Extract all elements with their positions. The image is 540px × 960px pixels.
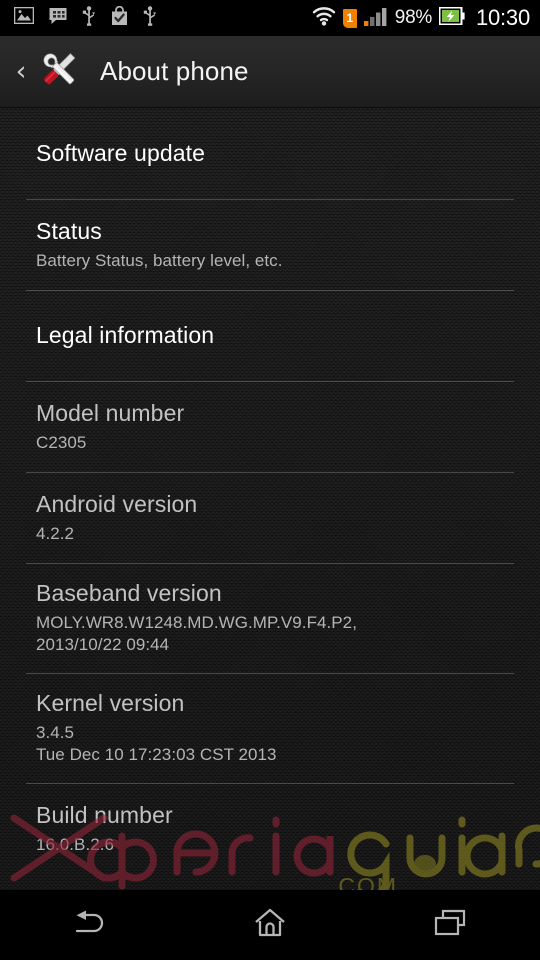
list-item-title: Legal information	[36, 322, 215, 349]
list-item-title: Status	[36, 217, 102, 244]
list-item-title: Android version	[36, 490, 198, 517]
list-item-subtitle: 4.2.2	[36, 523, 504, 545]
screenshot-image-icon	[13, 6, 35, 29]
list-item-software-update[interactable]: Software update	[0, 108, 540, 199]
settings-tools-icon	[36, 48, 82, 95]
wifi-icon	[312, 6, 336, 31]
list-item-subtitle: 3.4.5 Tue Dec 10 17:23:03 CST 2013	[36, 722, 504, 767]
usb-debugging-icon	[143, 5, 157, 31]
list-item-subtitle-line: Battery Status, battery level, etc.	[36, 250, 283, 270]
list-item-subtitle-line: MOLY.WR8.W1248.MD.WG.MP.V9.F4.P2,	[36, 612, 357, 632]
page-title: About phone	[100, 56, 249, 86]
home-icon	[254, 908, 286, 943]
list-item-subtitle-line: 3.4.5	[36, 722, 75, 742]
list-item-subtitle-line: 16.0.B.2.6	[36, 834, 115, 854]
watermark-dotcom: .COM	[330, 873, 398, 890]
list-item-subtitle: 16.0.B.2.6	[36, 834, 504, 856]
sim-indicator-icon: 1	[342, 8, 357, 28]
list-item-title: Build number	[36, 801, 173, 828]
list-item-title: Kernel version	[36, 690, 185, 717]
recent-apps-icon	[433, 909, 467, 942]
navigation-bar	[0, 890, 540, 960]
back-button[interactable]	[0, 890, 180, 960]
recent-apps-button[interactable]	[360, 890, 540, 960]
list-item-title: Baseband version	[36, 580, 222, 607]
list-item-subtitle-line: Tue Dec 10 17:23:03 CST 2013	[36, 745, 277, 765]
list-item-title: Software update	[36, 140, 206, 167]
list-item-subtitle-line: C2305	[36, 432, 87, 452]
list-item-kernel-version: Kernel version 3.4.5 Tue Dec 10 17:23:03 C…	[0, 673, 540, 783]
home-button[interactable]	[180, 890, 360, 960]
battery-percent-label: 98%	[394, 7, 432, 28]
list-item-status[interactable]: Status Battery Status, battery level, etc…	[0, 199, 540, 290]
phone-screen: 1 98% 10:30 ‹ About phone Software updat…	[0, 0, 540, 960]
list-item-subtitle-line: 4.2.2	[36, 523, 75, 543]
back-arrow-icon	[73, 910, 107, 941]
list-item-model-number: Model number C2305	[0, 381, 540, 472]
status-bar-clock: 10:30	[475, 5, 530, 30]
battery-charging-icon	[438, 6, 465, 30]
back-chevron-icon[interactable]: ‹	[8, 58, 34, 85]
list-item-title: Model number	[36, 399, 185, 426]
list-item-baseband-version: Baseband version MOLY.WR8.W1248.MD.WG.MP.…	[0, 563, 540, 673]
cellular-signal-icon	[363, 6, 388, 31]
list-item-subtitle: MOLY.WR8.W1248.MD.WG.MP.V9.F4.P2, 2013/10…	[36, 612, 504, 657]
status-bar: 1 98% 10:30	[0, 0, 540, 36]
list-item-subtitle: Battery Status, battery level, etc.	[36, 250, 504, 272]
status-bar-notification-icons	[13, 5, 157, 31]
list-item-android-version: Android version 4.2.2	[0, 472, 540, 563]
settings-list: Software update Status Battery Status, bat…	[0, 108, 540, 890]
usb-connection-icon	[82, 5, 96, 31]
list-item-build-number: Build number 16.0.B.2.6	[0, 783, 540, 874]
list-item-subtitle-line: 2013/10/22 09:44	[36, 635, 170, 655]
list-item-legal-information[interactable]: Legal information	[0, 290, 540, 381]
status-bar-system-icons: 1 98% 10:30	[312, 5, 530, 31]
action-bar[interactable]: ‹ About phone	[0, 36, 540, 108]
bbm-message-icon	[48, 7, 68, 30]
play-store-bag-check-icon	[110, 5, 129, 31]
list-item-subtitle: C2305	[36, 432, 504, 454]
